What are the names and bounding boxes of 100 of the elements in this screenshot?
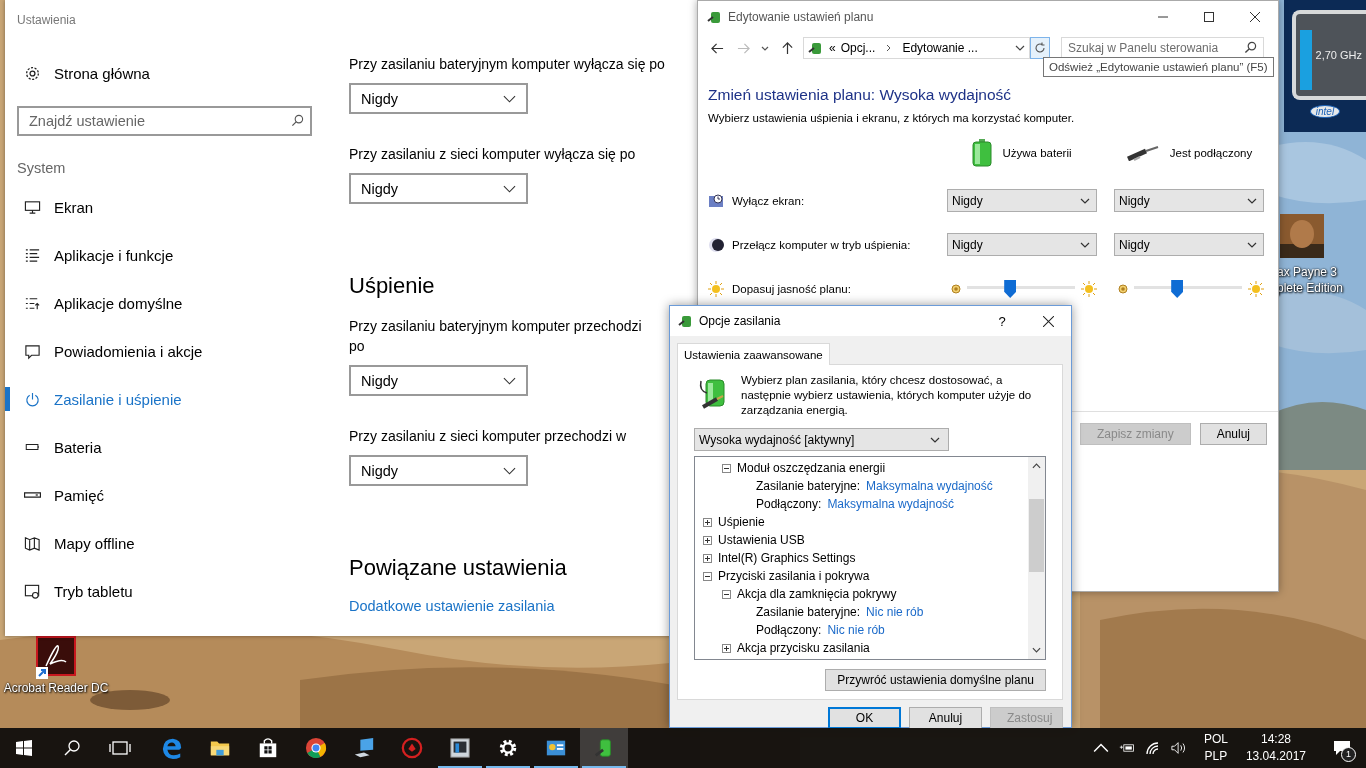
setting-label: Podłączony: [756, 623, 822, 637]
language-indicator[interactable]: POL PLP [1197, 731, 1234, 765]
setting-label: Przy zasilaniu bateryjnym komputer wyłącza się po [349, 55, 665, 74]
expand-icon[interactable] [703, 553, 712, 563]
bright-sun-icon [1081, 281, 1097, 297]
dropdown[interactable]: Nigdy [349, 365, 528, 396]
window-title: Ustawienia [17, 13, 76, 27]
scrollbar[interactable] [1028, 457, 1045, 659]
cancel-button[interactable]: Anuluj [1199, 423, 1267, 445]
nav-item[interactable]: Mapy offline [17, 519, 317, 567]
settings-icon [24, 64, 41, 82]
dropdown[interactable]: Nigdy [947, 189, 1097, 212]
ok-button[interactable]: OK [828, 707, 901, 729]
slider-thumb[interactable] [1004, 280, 1017, 298]
plan-dropdown[interactable]: Wysoka wydajność [aktywny] [694, 428, 949, 451]
cpu-speed: 2,70 GHz [1315, 49, 1362, 61]
address-bar[interactable]: « Opcj... Edytowanie ... [803, 37, 1030, 59]
tab[interactable]: Ustawienia zaawansowane [677, 343, 830, 365]
search-icon [291, 114, 304, 127]
shopping-bag-icon [257, 737, 279, 759]
nav-item[interactable]: Ekran [17, 183, 317, 231]
chevron-down-icon [1080, 241, 1090, 248]
nav-item[interactable]: Tryb tabletu [17, 567, 317, 615]
dropdown[interactable]: Nigdy [1114, 189, 1264, 212]
collapse-icon[interactable] [722, 463, 731, 473]
breadcrumb[interactable]: Edytowanie ... [902, 41, 978, 55]
settings-link[interactable]: Dodatkowe ustawienie zasilania [349, 598, 555, 614]
home-nav-item[interactable]: Strona główna [17, 49, 317, 97]
group-heading: System [17, 160, 67, 178]
chevron-down-icon[interactable] [1015, 45, 1025, 51]
clock[interactable]: 14:28 13.04.2017 [1233, 731, 1318, 765]
arrow-left-icon [710, 41, 724, 55]
nav-item[interactable]: Bateria [17, 423, 317, 471]
setting-label: Dopasuj jasność planu: [732, 283, 851, 295]
setting-value-link[interactable]: Nic nie rób [866, 605, 924, 619]
column-heading: Używa baterii [1002, 147, 1072, 159]
scroll-up-icon[interactable] [1032, 463, 1041, 469]
tooltip: Odśwież „Edytowanie ustawień planu” (F5) [1043, 57, 1274, 77]
setting-value-link[interactable]: Maksymalna wydajność [866, 479, 993, 493]
dialog-description: Wybierz plan zasilania, który chcesz dostosować, a następnie wybierz ustawienia, których komputer użyje do zarządzania energią. [741, 373, 1033, 418]
setting-value-link[interactable]: Nic nie rób [827, 623, 885, 637]
tree-item[interactable]: Akcja dla zamknięcia pokrywy [737, 587, 897, 601]
battery-charging-icon[interactable] [1118, 741, 1135, 755]
tree-item[interactable]: Ustawienia USB [718, 533, 805, 547]
breadcrumb[interactable]: Opcj... [840, 41, 876, 55]
nav-item[interactable]: Aplikacje i funkcje [17, 231, 317, 279]
windows-logo-icon [16, 740, 32, 756]
refresh-button[interactable] [1030, 37, 1050, 59]
close-icon [1042, 315, 1054, 327]
arrow-right-icon [736, 41, 750, 55]
browser-ball-icon [305, 737, 327, 759]
overflow-marker[interactable]: « [829, 41, 836, 55]
nav-item[interactable]: Aplikacje domyślne [17, 279, 317, 327]
chevron-down-icon [503, 94, 516, 103]
setting-value-link[interactable]: Maksymalna wydajność [827, 497, 955, 511]
nav-item[interactable]: Pamięć [17, 471, 317, 519]
tree-item[interactable]: Moduł oszczędzania energii [737, 461, 886, 475]
clock-monitor-icon [708, 192, 724, 209]
setting-label: Przy zasilaniu z sieci komputer przechodzi w [349, 427, 626, 446]
chevron-up-icon[interactable] [1092, 741, 1109, 755]
help-button[interactable]: ? [979, 306, 1025, 336]
browser-e-icon [161, 737, 183, 759]
setting-label: Przy zasilaniu z sieci komputer wyłącza się po [349, 145, 636, 164]
dropdown[interactable]: Nigdy [349, 173, 528, 204]
tree-item[interactable]: Intel(R) Graphics Settings [718, 551, 856, 565]
tree-item[interactable]: Uśpienie [718, 515, 765, 529]
dropdown[interactable]: Nigdy [349, 83, 528, 114]
setting-label: Przy zasilaniu bateryjnym komputer przechodzi [349, 317, 642, 336]
wifi-icon[interactable] [1144, 741, 1161, 755]
setting-label: Zasilanie bateryjne: [756, 479, 861, 493]
search-field[interactable]: Znajdź ustawienie [17, 106, 312, 136]
document-app-icon[interactable] [36, 636, 76, 680]
tree-item[interactable]: Przyciski zasilania i pokrywa [718, 569, 870, 583]
chevron-down-icon [930, 436, 940, 443]
nav-item[interactable]: Powiadomienia i akcje [17, 327, 317, 375]
power-icon [24, 390, 41, 408]
collapse-icon[interactable] [722, 589, 731, 599]
tree-item[interactable]: Akcja przycisku zasilania [737, 641, 870, 655]
battery-plug-icon [678, 313, 694, 329]
chevron-down-icon [503, 184, 516, 193]
expand-icon[interactable] [722, 643, 731, 653]
sun-icon [708, 281, 724, 297]
scroll-down-icon[interactable] [1032, 647, 1041, 653]
dropdown[interactable]: Nigdy [349, 455, 528, 486]
icon-label[interactable]: plete Edition [1277, 280, 1344, 296]
setting-label: Podłączony: [756, 497, 822, 511]
expand-icon[interactable] [703, 535, 712, 545]
cancel-button[interactable]: Anuluj [909, 707, 982, 729]
speech-bubble-icon [24, 342, 41, 360]
dropdown[interactable]: Nigdy [947, 233, 1097, 256]
expand-icon[interactable] [703, 517, 712, 527]
close-icon [1250, 11, 1260, 22]
game-app-icon[interactable] [1280, 214, 1324, 258]
volume-icon[interactable] [1170, 741, 1187, 755]
dropdown[interactable]: Nigdy [1114, 233, 1264, 256]
collapse-icon[interactable] [703, 571, 712, 581]
bright-sun-icon [1248, 281, 1264, 297]
icon-label[interactable]: ax Payne 3 [1277, 264, 1338, 280]
restore-defaults-button[interactable]: Przywróć ustawienia domyślne planu [825, 669, 1046, 691]
slider-thumb[interactable] [1171, 280, 1184, 298]
